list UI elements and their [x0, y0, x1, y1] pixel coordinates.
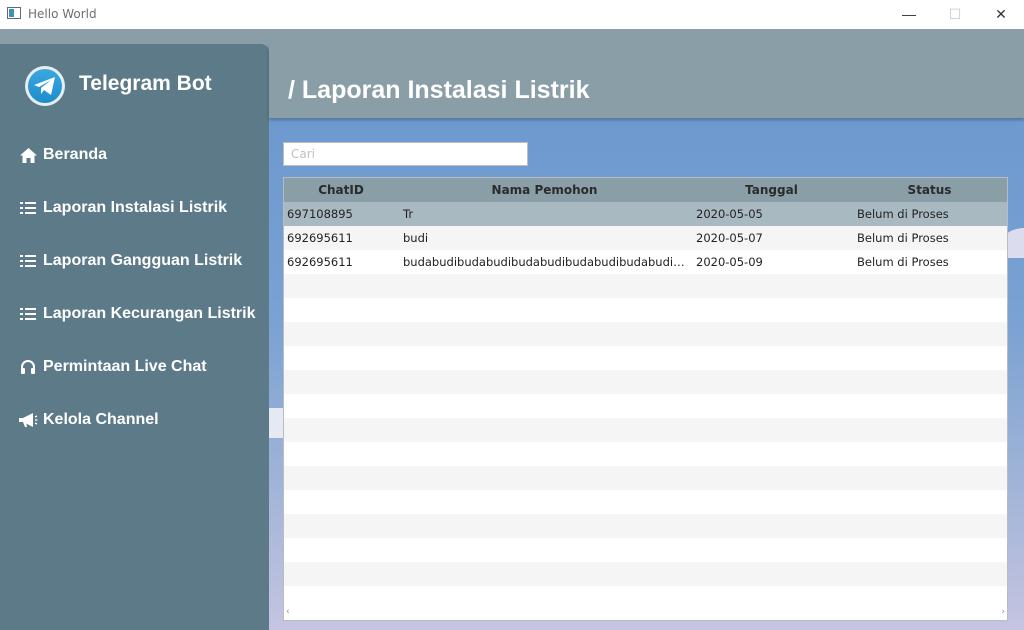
sidebar-item-label: Permintaan Live Chat: [43, 358, 207, 375]
home-icon: [18, 146, 38, 164]
empty-row: [284, 370, 1007, 394]
table-body: 697108895 Tr 2020-05-05 Belum di Proses 6926…: [284, 202, 1007, 610]
scroll-left-icon[interactable]: ‹: [286, 607, 290, 617]
sidebar: Telegram Bot Beranda Laporan Instalasi L…: [0, 44, 269, 630]
column-header-tanggal[interactable]: Tanggal: [691, 178, 852, 202]
megaphone-icon: [18, 411, 38, 429]
scroll-right-icon[interactable]: ›: [1001, 607, 1005, 617]
horizontal-scrollbar[interactable]: ‹ ›: [284, 607, 1007, 620]
empty-row: [284, 562, 1007, 586]
telegram-logo-icon: [25, 66, 65, 106]
minimize-button[interactable]: —: [886, 0, 932, 29]
cell-chatid: 692695611: [287, 255, 353, 269]
cell-chatid: 697108895: [287, 207, 353, 221]
cell-status: Belum di Proses: [857, 231, 949, 245]
headset-icon: [18, 358, 38, 376]
empty-row: [284, 466, 1007, 490]
list-icon: [18, 252, 38, 270]
sidebar-item-beranda[interactable]: Beranda: [18, 141, 107, 169]
sidebar-item-kelola-channel[interactable]: Kelola Channel: [18, 406, 159, 434]
cell-tanggal: 2020-05-07: [696, 231, 763, 245]
main-content: ChatID Nama Pemohon Tanggal Status 69710…: [269, 118, 1024, 630]
cell-nama: budabudibudabudibudabudibudabudibudabudi…: [403, 255, 688, 269]
empty-row: [284, 586, 1007, 610]
list-icon: [18, 305, 38, 323]
column-header-nama-pemohon[interactable]: Nama Pemohon: [398, 178, 691, 202]
sidebar-item-label: Laporan Kecurangan Listrik: [43, 305, 256, 322]
report-table[interactable]: ChatID Nama Pemohon Tanggal Status 69710…: [283, 177, 1008, 621]
empty-row: [284, 346, 1007, 370]
cell-nama: budi: [403, 231, 429, 245]
table-row[interactable]: 697108895 Tr 2020-05-05 Belum di Proses: [284, 202, 1007, 226]
close-button[interactable]: ✕: [978, 0, 1024, 29]
page-header: / Laporan Instalasi Listrik: [269, 44, 1024, 118]
empty-row: [284, 274, 1007, 298]
cell-status: Belum di Proses: [857, 255, 949, 269]
empty-row: [284, 538, 1007, 562]
cell-chatid: 692695611: [287, 231, 353, 245]
page-title: / Laporan Instalasi Listrik: [288, 76, 590, 104]
column-header-chatid[interactable]: ChatID: [284, 178, 398, 202]
empty-row: [284, 442, 1007, 466]
empty-row: [284, 298, 1007, 322]
sidebar-item-label: Kelola Channel: [43, 411, 159, 428]
sidebar-item-laporan-instalasi[interactable]: Laporan Instalasi Listrik: [18, 194, 227, 222]
title-bar: Hello World — ☐ ✕: [0, 0, 1024, 29]
sidebar-item-laporan-kecurangan[interactable]: Laporan Kecurangan Listrik: [18, 300, 256, 328]
empty-row: [284, 418, 1007, 442]
sidebar-item-live-chat[interactable]: Permintaan Live Chat: [18, 353, 207, 381]
cell-status: Belum di Proses: [857, 207, 949, 221]
sidebar-item-laporan-gangguan[interactable]: Laporan Gangguan Listrik: [18, 247, 242, 275]
cell-tanggal: 2020-05-05: [696, 207, 763, 221]
empty-row: [284, 322, 1007, 346]
app-body: Telegram Bot Beranda Laporan Instalasi L…: [0, 29, 1024, 630]
app-icon: [7, 7, 21, 19]
sidebar-item-label: Beranda: [43, 146, 108, 163]
sidebar-item-label: Laporan Gangguan Listrik: [43, 252, 243, 269]
brand-title: Telegram Bot: [79, 72, 212, 95]
table-row[interactable]: 692695611 budabudibudabudibudabudibudabud…: [284, 250, 1007, 274]
column-header-status[interactable]: Status: [852, 178, 1007, 202]
search-input[interactable]: [283, 142, 528, 166]
empty-row: [284, 490, 1007, 514]
maximize-button[interactable]: ☐: [932, 0, 978, 29]
cell-nama: Tr: [403, 207, 414, 221]
empty-row: [284, 514, 1007, 538]
cell-tanggal: 2020-05-09: [696, 255, 763, 269]
empty-row: [284, 394, 1007, 418]
table-row[interactable]: 692695611 budi 2020-05-07 Belum di Proses: [284, 226, 1007, 250]
window-title: Hello World: [28, 7, 97, 21]
table-header: ChatID Nama Pemohon Tanggal Status: [284, 178, 1007, 202]
sidebar-item-label: Laporan Instalasi Listrik: [43, 199, 228, 216]
list-icon: [18, 199, 38, 217]
